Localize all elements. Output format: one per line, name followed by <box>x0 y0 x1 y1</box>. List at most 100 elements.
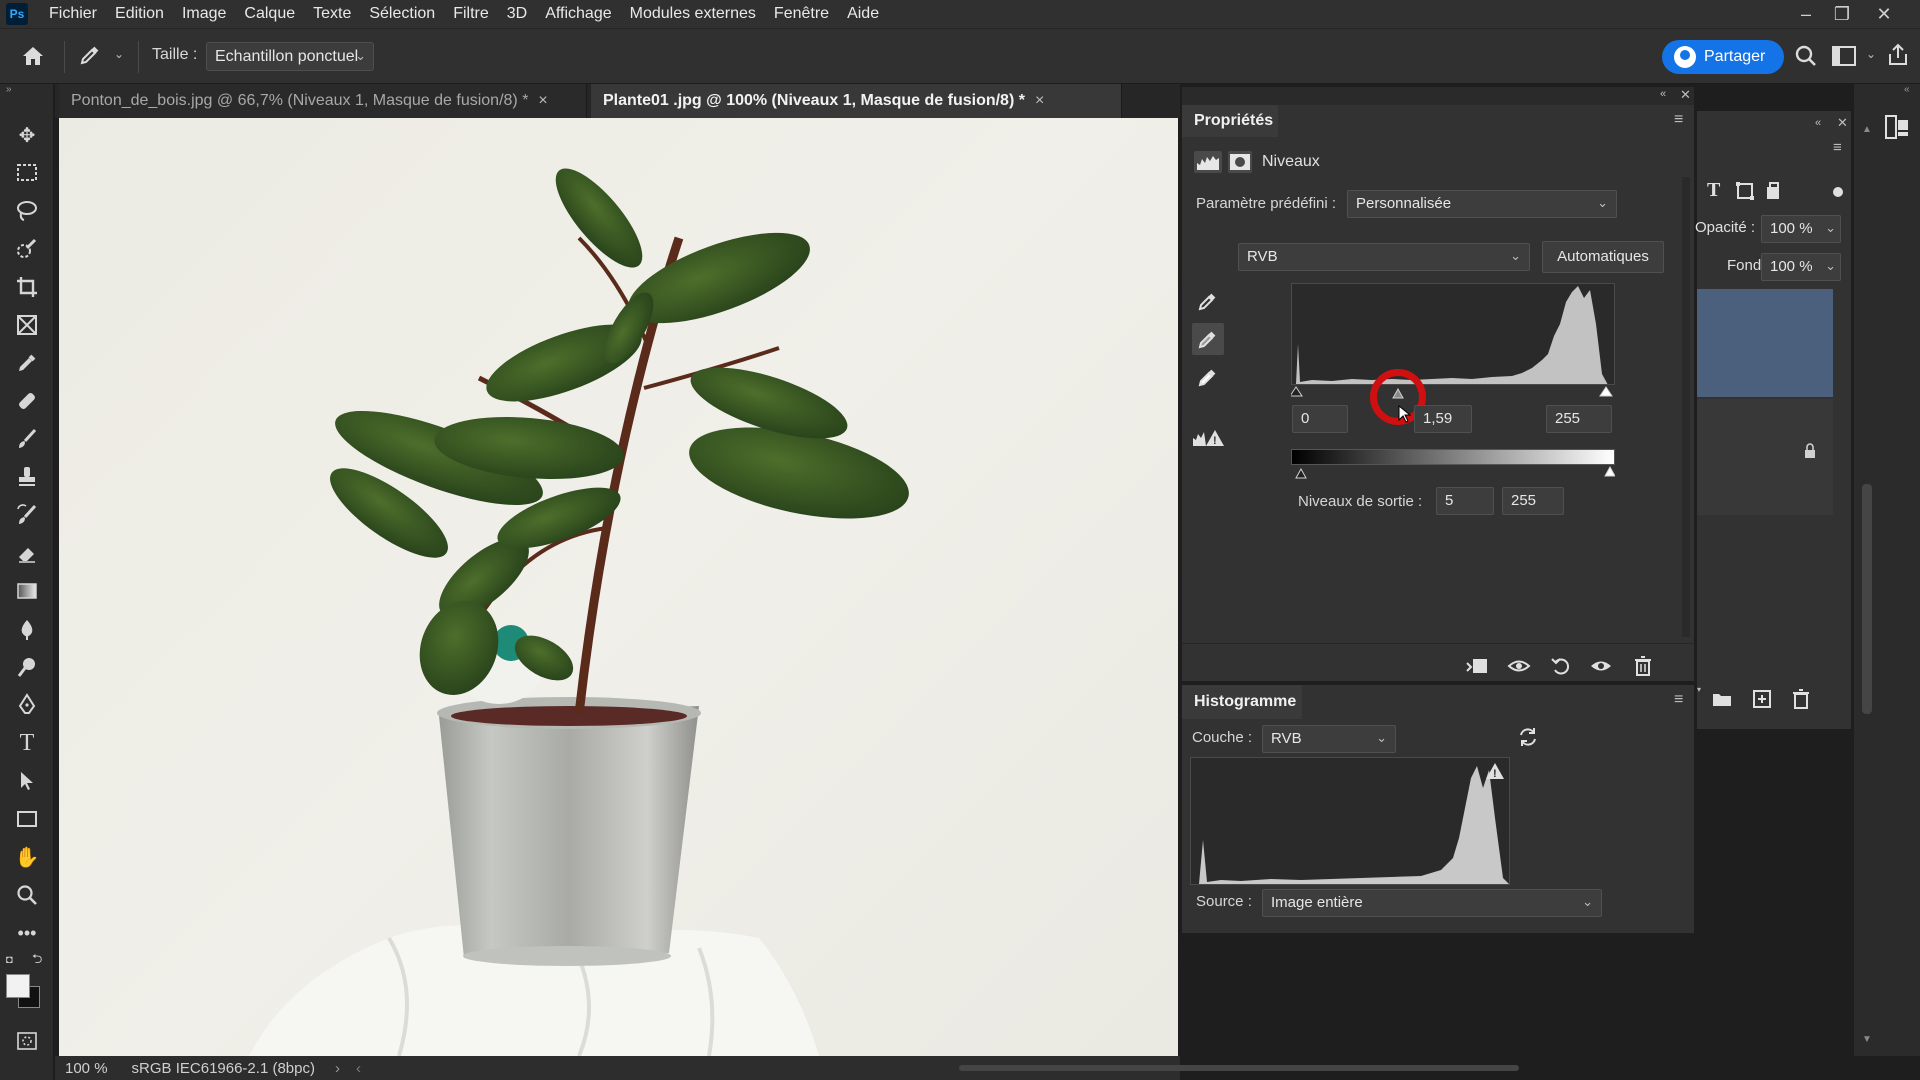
document-canvas[interactable] <box>59 118 1178 1056</box>
clone-stamp-icon[interactable] <box>12 462 42 492</box>
background-layer-row[interactable] <box>1697 399 1833 515</box>
gray-point-eyedropper-icon[interactable] <box>1192 323 1224 355</box>
filter-toggle-icon[interactable] <box>1833 187 1843 197</box>
workspace-icon[interactable] <box>1830 43 1860 71</box>
delete-adjustment-icon[interactable] <box>1630 653 1656 679</box>
input-levels-slider[interactable] <box>1289 385 1615 399</box>
reset-adjustment-icon[interactable] <box>1548 653 1574 679</box>
levels-adjustment-icon[interactable] <box>1194 151 1222 173</box>
menu-fichier[interactable]: Fichier <box>40 0 106 28</box>
channel-select[interactable]: RVB ⌄ <box>1238 243 1530 271</box>
histogram-source-select[interactable]: Image entière ⌄ <box>1262 889 1602 917</box>
sample-size-select[interactable]: Echantillon ponctuel ⌄ <box>206 42 374 71</box>
menu-aide[interactable]: Aide <box>838 0 888 28</box>
minimize-icon[interactable]: – <box>1788 0 1824 28</box>
refresh-histogram-icon[interactable] <box>1516 725 1542 751</box>
tool-preset-chevron-icon[interactable]: ⌄ <box>114 47 124 61</box>
close-panel-icon[interactable]: ✕ <box>1837 115 1848 131</box>
share-button[interactable]: Partager <box>1662 40 1784 74</box>
clip-to-layer-icon[interactable] <box>1464 653 1490 679</box>
hand-tool-icon[interactable]: ✋ <box>12 842 42 872</box>
panel-scrollbar[interactable] <box>1682 177 1690 637</box>
frame-tool-icon[interactable] <box>12 310 42 340</box>
menu-filtre[interactable]: Filtre <box>444 0 498 28</box>
scroll-left-icon[interactable]: ‹ <box>356 1060 361 1077</box>
close-window-icon[interactable]: ✕ <box>1866 0 1902 28</box>
filter-smart-object-icon[interactable] <box>1763 181 1783 201</box>
default-colors-icon[interactable]: ◘ <box>6 954 13 966</box>
quick-selection-icon[interactable] <box>12 234 42 264</box>
share-export-icon[interactable] <box>1884 41 1914 71</box>
brush-tool-icon[interactable] <box>12 424 42 454</box>
eraser-tool-icon[interactable] <box>12 538 42 568</box>
history-brush-icon[interactable] <box>12 500 42 530</box>
output-black-field[interactable]: 5 <box>1436 487 1494 515</box>
menu-affichage[interactable]: Affichage <box>536 0 620 28</box>
lasso-tool-icon[interactable] <box>12 196 42 226</box>
pen-tool-icon[interactable] <box>12 690 42 720</box>
tab-properties[interactable]: Propriétés <box>1182 105 1278 137</box>
preset-select[interactable]: Personnalisée ⌄ <box>1347 190 1617 218</box>
cache-warning-icon[interactable]: ! <box>1485 762 1505 780</box>
menu-3d[interactable]: 3D <box>498 0 536 28</box>
menu-edition[interactable]: Edition <box>106 0 173 28</box>
crop-tool-icon[interactable] <box>12 272 42 302</box>
black-point-eyedropper-icon[interactable] <box>1194 287 1222 315</box>
libraries-icon[interactable] <box>1884 114 1912 142</box>
input-gamma-field[interactable]: 1,59 <box>1414 405 1472 433</box>
fill-field[interactable]: 100 % ⌄ <box>1761 253 1841 281</box>
horizontal-scrollbar[interactable] <box>959 1065 1519 1071</box>
home-icon[interactable] <box>20 43 50 71</box>
new-group-icon[interactable] <box>1711 689 1733 709</box>
clipping-warning-icon[interactable]: ! <box>1190 423 1226 451</box>
panel-menu-icon[interactable]: ≡ <box>1674 691 1683 709</box>
move-tool-icon[interactable]: ✥ <box>12 120 42 150</box>
selected-layer-row[interactable] <box>1697 289 1833 397</box>
gradient-tool-icon[interactable] <box>12 576 42 606</box>
collapse-panel-icon[interactable]: « <box>1815 117 1821 129</box>
tab-ponton-de-bois[interactable]: Ponton_de_bois.jpg @ 66,7% (Niveaux 1, M… <box>59 84 587 118</box>
swap-colors-icon[interactable]: ⮌ <box>32 950 42 972</box>
opacity-field[interactable]: 100 % ⌄ <box>1761 215 1841 243</box>
type-tool-icon[interactable]: T <box>12 728 42 758</box>
scrollbar-thumb[interactable] <box>1862 484 1872 714</box>
eyedropper-icon[interactable] <box>12 348 42 378</box>
quick-mask-icon[interactable] <box>12 1026 42 1056</box>
rectangular-marquee-icon[interactable] <box>12 158 42 188</box>
blur-tool-icon[interactable] <box>12 614 42 644</box>
dodge-tool-icon[interactable] <box>12 652 42 682</box>
view-previous-state-icon[interactable] <box>1506 653 1532 679</box>
output-levels-slider[interactable] <box>1291 466 1615 479</box>
menu-image[interactable]: Image <box>173 0 235 28</box>
rectangle-tool-icon[interactable] <box>12 804 42 834</box>
menu-texte[interactable]: Texte <box>304 0 360 28</box>
tab-histogram[interactable]: Histogramme <box>1182 685 1302 719</box>
vertical-scrollbar[interactable]: ▲ ▼ <box>1860 114 1874 1054</box>
collapse-toolbar-icon[interactable]: » <box>6 84 12 95</box>
filter-type-layers-icon[interactable]: T <box>1707 179 1720 202</box>
input-black-field[interactable]: 0 <box>1292 405 1348 433</box>
search-icon[interactable] <box>1792 42 1822 72</box>
delete-layer-icon[interactable] <box>1791 689 1813 709</box>
auto-button[interactable]: Automatiques <box>1542 241 1664 273</box>
close-panel-icon[interactable]: ✕ <box>1680 87 1691 103</box>
collapse-panel-icon[interactable]: « <box>1660 88 1666 100</box>
eyedropper-tool-icon[interactable] <box>78 43 106 71</box>
status-chevron-icon[interactable]: › <box>335 1060 340 1077</box>
close-tab-icon[interactable]: × <box>1035 92 1044 110</box>
menu-modules-externes[interactable]: Modules externes <box>621 0 765 28</box>
scroll-down-icon[interactable]: ▼ <box>1862 1034 1872 1045</box>
menu-calque[interactable]: Calque <box>235 0 304 28</box>
restore-icon[interactable]: ❐ <box>1824 0 1860 28</box>
menu-selection[interactable]: Sélection <box>360 0 444 28</box>
menu-fenetre[interactable]: Fenêtre <box>765 0 838 28</box>
foreground-color-swatch[interactable] <box>6 974 30 998</box>
workspace-chevron-icon[interactable]: ⌄ <box>1866 47 1876 61</box>
panel-menu-icon[interactable]: ≡ <box>1833 139 1842 156</box>
input-white-field[interactable]: 255 <box>1546 405 1612 433</box>
resize-handle-icon[interactable]: ▾ <box>1697 685 1705 694</box>
zoom-level[interactable]: 100 % <box>65 1060 108 1077</box>
toggle-visibility-icon[interactable] <box>1588 653 1614 679</box>
tab-plante01[interactable]: Plante01 .jpg @ 100% (Niveaux 1, Masque … <box>591 84 1122 118</box>
output-white-field[interactable]: 255 <box>1502 487 1564 515</box>
